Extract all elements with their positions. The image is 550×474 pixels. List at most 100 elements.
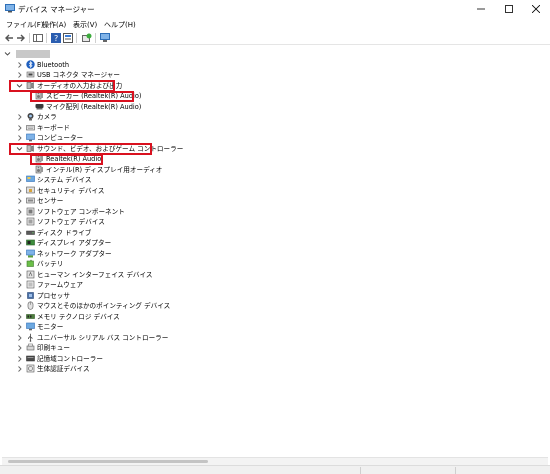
chevron-right-icon[interactable]	[16, 259, 23, 269]
device-category[interactable]: Bluetooth	[2, 59, 542, 70]
horizontal-scrollbar[interactable]	[2, 457, 548, 465]
chevron-right-icon[interactable]	[16, 186, 23, 196]
minimize-icon	[477, 8, 485, 10]
chevron-right-icon[interactable]	[16, 354, 23, 364]
device-category[interactable]: 生体認証デバイス	[2, 364, 542, 374]
close-button[interactable]	[522, 0, 550, 18]
forward-arrow-icon[interactable]	[16, 33, 26, 43]
device-label: 印刷キュー	[37, 344, 70, 352]
help-icon[interactable]: ?	[51, 33, 61, 43]
device-category[interactable]: コンピューター	[2, 133, 542, 143]
usb-controller-icon	[28, 333, 33, 342]
device-category[interactable]: マウスとそのほかのポインティング デバイス	[2, 301, 542, 311]
device-category[interactable]: ソフトウェア コンポーネント	[2, 207, 542, 217]
svg-text:?: ?	[54, 34, 58, 43]
device-category[interactable]: カメラ	[2, 112, 542, 122]
chevron-right-icon[interactable]	[16, 196, 23, 206]
device-category[interactable]: ネットワーク アダプター	[2, 249, 542, 259]
microphone-icon	[35, 103, 44, 109]
device-category[interactable]: ヒューマン インターフェイス デバイス	[2, 270, 542, 280]
camera-icon	[27, 113, 34, 121]
chevron-right-icon[interactable]	[16, 133, 23, 143]
mouse-icon	[27, 301, 34, 310]
device-category[interactable]: ファームウェア	[2, 280, 542, 290]
device-category[interactable]: ディスク ドライブ	[2, 228, 542, 238]
chevron-right-icon[interactable]	[16, 238, 23, 248]
chevron-right-icon[interactable]	[16, 217, 23, 227]
chevron-right-icon[interactable]	[16, 322, 23, 332]
menu-file[interactable]: ファイル(F)	[6, 20, 44, 30]
hid-icon	[26, 270, 35, 278]
computer-icon	[26, 133, 35, 142]
toolbar-separator	[29, 33, 30, 43]
chevron-right-icon[interactable]	[16, 343, 23, 353]
device-category[interactable]: バッテリ	[2, 259, 542, 269]
device-category[interactable]: 記憶域コントローラー	[2, 354, 542, 364]
device-label: バッテリ	[37, 260, 64, 268]
device-label: セキュリティ デバイス	[37, 186, 105, 195]
device-tree[interactable]: Bluetooth USB コネクタ マネージャー オーディオの入力および出力 スピー…	[2, 45, 548, 457]
menu-bar: ファイル(F) 操作(A) 表示(V) ヘルプ(H)	[0, 18, 550, 31]
device-category[interactable]: ソフトウェア デバイス	[2, 217, 542, 227]
device-label: キーボード	[37, 123, 70, 132]
biometric-icon	[26, 364, 35, 373]
security-device-icon	[26, 186, 35, 193]
device-label: ユニバーサル シリアル バス コントローラー	[37, 333, 169, 342]
system-device-icon	[26, 175, 35, 182]
status-bar	[0, 465, 550, 474]
scrollbar-thumb[interactable]	[8, 460, 208, 463]
maximize-button[interactable]	[495, 0, 523, 18]
device-category[interactable]: システム デバイス	[2, 175, 542, 185]
device-category[interactable]: プロセッサ	[2, 291, 542, 301]
chevron-right-icon[interactable]	[16, 249, 23, 259]
chevron-right-icon[interactable]	[16, 364, 23, 374]
chevron-right-icon[interactable]	[16, 312, 23, 322]
device-category[interactable]: 印刷キュー	[2, 343, 542, 353]
back-arrow-icon[interactable]	[4, 33, 14, 43]
device-category[interactable]: キーボード	[2, 123, 542, 133]
device-category[interactable]: センサー	[2, 196, 542, 206]
computer-name-root[interactable]	[16, 50, 50, 58]
device-category[interactable]: メモリ テクノロジ デバイス	[2, 312, 542, 322]
chevron-down-icon[interactable]	[4, 49, 11, 59]
menu-view[interactable]: 表示(V)	[73, 20, 97, 30]
device-item[interactable]: マイク配列 (Realtek(R) Audio)	[2, 102, 542, 112]
chevron-right-icon[interactable]	[16, 60, 23, 70]
device-category[interactable]: USB コネクタ マネージャー	[2, 70, 542, 80]
usb-connector-icon	[26, 71, 35, 78]
chevron-right-icon[interactable]	[16, 280, 23, 290]
device-item[interactable]: インテル(R) ディスプレイ用オーディオ	[2, 165, 542, 175]
device-category[interactable]: モニター	[2, 322, 542, 332]
menu-help[interactable]: ヘルプ(H)	[104, 20, 136, 30]
sensor-icon	[26, 197, 35, 204]
device-category[interactable]: ユニバーサル シリアル バス コントローラー	[2, 333, 542, 343]
update-driver-icon[interactable]	[82, 33, 92, 43]
chevron-right-icon[interactable]	[16, 112, 23, 122]
properties-icon[interactable]	[63, 33, 73, 43]
chevron-right-icon[interactable]	[16, 207, 23, 217]
scan-hardware-icon[interactable]	[100, 33, 110, 43]
chevron-right-icon[interactable]	[16, 70, 23, 80]
device-label: ソフトウェア コンポーネント	[37, 207, 125, 216]
firmware-icon	[26, 280, 35, 289]
disk-drive-icon	[26, 230, 35, 235]
device-category[interactable]: ディスプレイ アダプター	[2, 238, 542, 248]
device-label: ヒューマン インターフェイス デバイス	[37, 270, 153, 279]
menu-action[interactable]: 操作(A)	[42, 20, 66, 30]
chevron-right-icon[interactable]	[16, 175, 23, 185]
chevron-right-icon[interactable]	[16, 301, 23, 311]
device-label: USB コネクタ マネージャー	[37, 71, 120, 79]
chevron-right-icon[interactable]	[16, 123, 23, 133]
minimize-button[interactable]	[467, 0, 495, 18]
software-device-icon	[26, 217, 35, 226]
device-label: プロセッサ	[37, 291, 70, 300]
chevron-right-icon[interactable]	[16, 270, 23, 280]
chevron-right-icon[interactable]	[16, 228, 23, 238]
show-hide-console-tree-icon[interactable]	[33, 33, 43, 43]
chevron-right-icon[interactable]	[16, 291, 23, 301]
monitor-icon	[26, 322, 35, 331]
battery-icon	[26, 259, 34, 267]
device-label: ファームウェア	[37, 281, 83, 289]
device-category[interactable]: セキュリティ デバイス	[2, 186, 542, 196]
chevron-right-icon[interactable]	[16, 333, 23, 343]
